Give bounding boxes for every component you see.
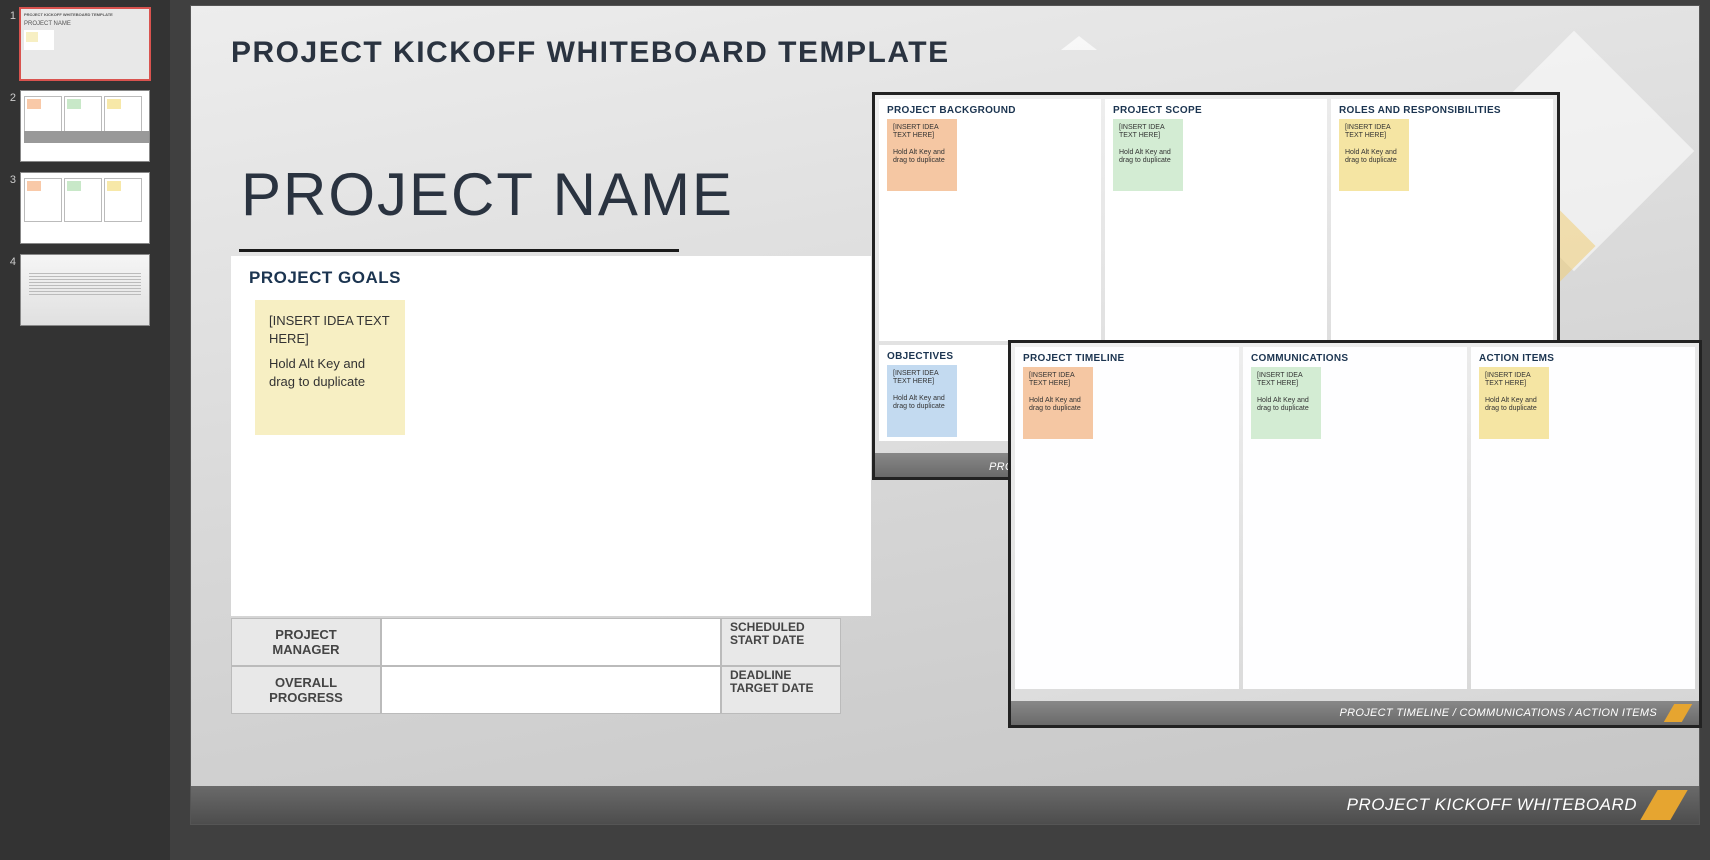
footer-accent (1640, 790, 1687, 820)
sticky-text: [INSERT IDEA TEXT HERE] (1485, 372, 1543, 389)
sticky-hint: Hold Alt Key and drag to duplicate (893, 149, 945, 164)
sticky-hint: Hold Alt Key and drag to duplicate (269, 356, 365, 389)
slide-number: 1 (4, 8, 16, 22)
slide-3-overlay[interactable]: PROJECT TIMELINE [INSERT IDEA TEXT HERE]… (1008, 340, 1702, 728)
panel-heading: PROJECT SCOPE (1113, 105, 1319, 116)
table-row: PROJECT MANAGER SCHEDULED START DATE (231, 618, 841, 666)
arrow-up-icon (1061, 36, 1097, 50)
panel-action-items[interactable]: ACTION ITEMS [INSERT IDEA TEXT HERE] Hol… (1471, 347, 1695, 689)
slide-footer: PROJECT KICKOFF WHITEBOARD (191, 786, 1699, 824)
label-start-date: SCHEDULED START DATE (721, 618, 841, 666)
sticky-hint: Hold Alt Key and drag to duplicate (893, 395, 945, 410)
sticky-note[interactable]: [INSERT IDEA TEXT HERE] Hold Alt Key and… (1023, 367, 1093, 439)
sticky-text: [INSERT IDEA TEXT HERE] (1345, 124, 1403, 141)
sticky-note-goals[interactable]: [INSERT IDEA TEXT HERE] Hold Alt Key and… (255, 300, 405, 435)
sticky-hint: Hold Alt Key and drag to duplicate (1485, 397, 1537, 412)
slide-number: 4 (4, 254, 16, 268)
table-row: OVERALL PROGRESS DEADLINE TARGET DATE (231, 666, 841, 714)
label-overall-progress: OVERALL PROGRESS (231, 666, 381, 714)
panel-heading: ROLES AND RESPONSIBILITIES (1339, 105, 1545, 116)
sticky-text: [INSERT IDEA TEXT HERE] (893, 370, 951, 387)
slide-canvas: PROJECT KICKOFF WHITEBOARD TEMPLATE PROJ… (170, 0, 1710, 860)
project-info-table[interactable]: PROJECT MANAGER SCHEDULED START DATE OVE… (231, 618, 841, 714)
panel-background[interactable]: PROJECT BACKGROUND [INSERT IDEA TEXT HER… (879, 99, 1101, 341)
slide-thumbnail-4[interactable] (20, 254, 150, 326)
sticky-text: [INSERT IDEA TEXT HERE] (1029, 372, 1087, 389)
slide-footer: PROJECT TIMELINE / COMMUNICATIONS / ACTI… (1011, 701, 1699, 725)
sticky-hint: Hold Alt Key and drag to duplicate (1257, 397, 1309, 412)
panel-heading: PROJECT BACKGROUND (887, 105, 1093, 116)
panel-timeline[interactable]: PROJECT TIMELINE [INSERT IDEA TEXT HERE]… (1015, 347, 1239, 689)
heading-underline (239, 249, 679, 252)
sticky-hint: Hold Alt Key and drag to duplicate (1029, 397, 1081, 412)
sticky-hint: Hold Alt Key and drag to duplicate (1119, 149, 1171, 164)
right-columns: PROJECT TIMELINE [INSERT IDEA TEXT HERE]… (1011, 343, 1699, 693)
template-title: PROJECT KICKOFF WHITEBOARD TEMPLATE (191, 6, 1699, 80)
slide-thumbnail-1[interactable]: PROJECT KICKOFF WHITEBOARD TEMPLATE PROJ… (20, 8, 150, 80)
panel-heading: COMMUNICATIONS (1251, 353, 1459, 364)
panel-heading: ACTION ITEMS (1479, 353, 1687, 364)
panel-roles[interactable]: ROLES AND RESPONSIBILITIES [INSERT IDEA … (1331, 99, 1553, 341)
slide-number: 2 (4, 90, 16, 104)
footer-text: PROJECT KICKOFF WHITEBOARD (1347, 795, 1637, 815)
panel-communications[interactable]: COMMUNICATIONS [INSERT IDEA TEXT HERE] H… (1243, 347, 1467, 689)
thumbnail-sidebar: 1 PROJECT KICKOFF WHITEBOARD TEMPLATE PR… (0, 0, 170, 860)
project-goals-panel[interactable]: PROJECT GOALS [INSERT IDEA TEXT HERE] Ho… (231, 256, 871, 616)
sticky-hint: Hold Alt Key and drag to duplicate (1345, 149, 1397, 164)
sticky-note[interactable]: [INSERT IDEA TEXT HERE] Hold Alt Key and… (887, 119, 957, 191)
slide-thumbnail-3[interactable] (20, 172, 150, 244)
panel-scope[interactable]: PROJECT SCOPE [INSERT IDEA TEXT HERE] Ho… (1105, 99, 1327, 341)
label-project-manager: PROJECT MANAGER (231, 618, 381, 666)
thumbnail-row-4: 4 (4, 254, 166, 326)
sticky-text: [INSERT IDEA TEXT HERE] (269, 312, 391, 347)
sticky-note[interactable]: [INSERT IDEA TEXT HERE] Hold Alt Key and… (887, 365, 957, 437)
mid-top-row: PROJECT BACKGROUND [INSERT IDEA TEXT HER… (875, 95, 1557, 345)
value-project-manager[interactable] (381, 618, 721, 666)
sticky-note[interactable]: [INSERT IDEA TEXT HERE] Hold Alt Key and… (1339, 119, 1409, 191)
footer-text: PROJECT TIMELINE / COMMUNICATIONS / ACTI… (1339, 707, 1657, 719)
sticky-text: [INSERT IDEA TEXT HERE] (1257, 372, 1315, 389)
label-deadline: DEADLINE TARGET DATE (721, 666, 841, 714)
sticky-note[interactable]: [INSERT IDEA TEXT HERE] Hold Alt Key and… (1479, 367, 1549, 439)
thumbnail-row-3: 3 (4, 172, 166, 244)
sticky-note[interactable]: [INSERT IDEA TEXT HERE] Hold Alt Key and… (1251, 367, 1321, 439)
goals-heading: PROJECT GOALS (249, 268, 853, 288)
value-overall-progress[interactable] (381, 666, 721, 714)
panel-heading: PROJECT TIMELINE (1023, 353, 1231, 364)
sticky-note[interactable]: [INSERT IDEA TEXT HERE] Hold Alt Key and… (1113, 119, 1183, 191)
thumbnail-row-2: 2 (4, 90, 166, 162)
slide-thumbnail-2[interactable] (20, 90, 150, 162)
slide-number: 3 (4, 172, 16, 186)
thumbnail-row-1: 1 PROJECT KICKOFF WHITEBOARD TEMPLATE PR… (4, 8, 166, 80)
sticky-text: [INSERT IDEA TEXT HERE] (893, 124, 951, 141)
sticky-text: [INSERT IDEA TEXT HERE] (1119, 124, 1177, 141)
footer-accent (1664, 704, 1692, 722)
